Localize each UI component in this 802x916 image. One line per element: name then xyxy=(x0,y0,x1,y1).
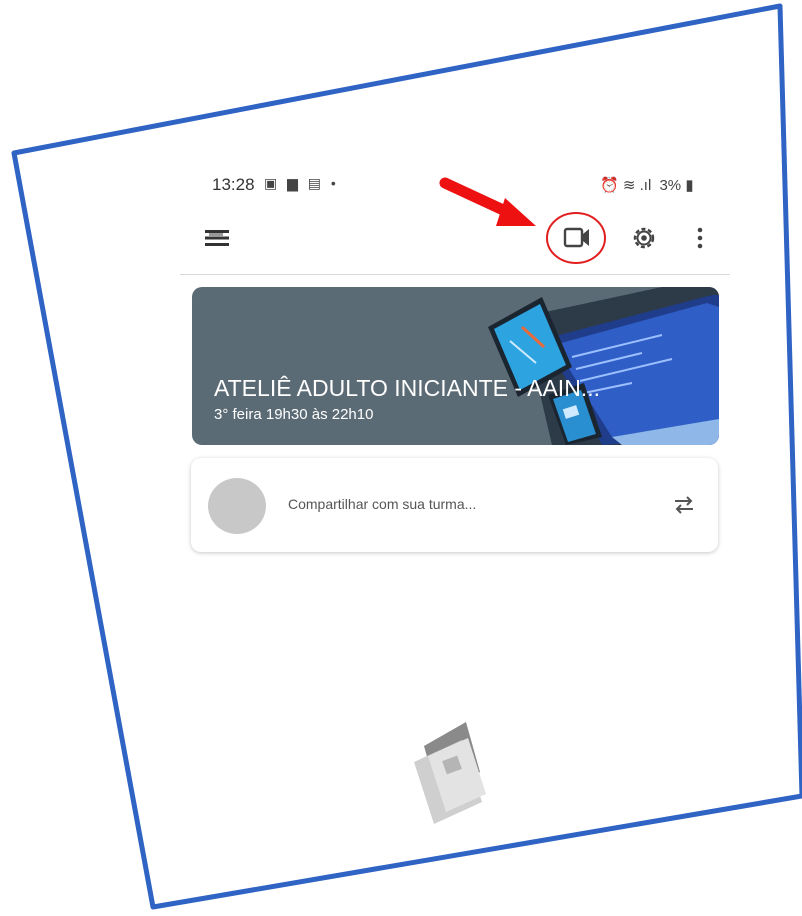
battery-icon: ▮ xyxy=(685,177,694,194)
status-notification-icons: ▣ ▆ ▤ • xyxy=(264,175,339,191)
menu-icon[interactable] xyxy=(204,227,230,249)
class-banner[interactable]: ATELIÊ ADULTO INICIANTE - AAIN... 3° fei… xyxy=(192,287,719,445)
red-arrow xyxy=(439,177,536,226)
empty-stream-illustration xyxy=(414,722,486,824)
video-camera-icon[interactable] xyxy=(547,213,605,263)
class-schedule: 3° feira 19h30 às 22h10 xyxy=(214,406,374,423)
gear-icon[interactable] xyxy=(628,222,660,254)
repost-icon[interactable] xyxy=(671,492,697,518)
status-right-icons: ⏰ ≋ .ıl 3% ▮ xyxy=(600,176,694,194)
battery-percent: 3% xyxy=(659,177,682,194)
class-title: ATELIÊ ADULTO INICIANTE - AAIN... xyxy=(214,375,600,401)
more-vertical-icon[interactable] xyxy=(688,222,712,254)
signal-icon: .ıl xyxy=(639,177,652,194)
avatar xyxy=(208,478,266,534)
wifi-icon: ≋ xyxy=(622,177,636,194)
alarm-icon: ⏰ xyxy=(600,177,619,194)
share-with-class-card[interactable]: Compartilhar com sua turma... xyxy=(191,458,718,552)
screenshot-stage: 13:28 ▣ ▆ ▤ • ⏰ ≋ .ıl 3% ▮ ATELIÊ ADULTO… xyxy=(0,0,802,916)
status-time: 13:28 xyxy=(212,175,255,194)
toolbar-divider xyxy=(180,274,730,275)
share-placeholder[interactable]: Compartilhar com sua turma... xyxy=(288,496,476,512)
